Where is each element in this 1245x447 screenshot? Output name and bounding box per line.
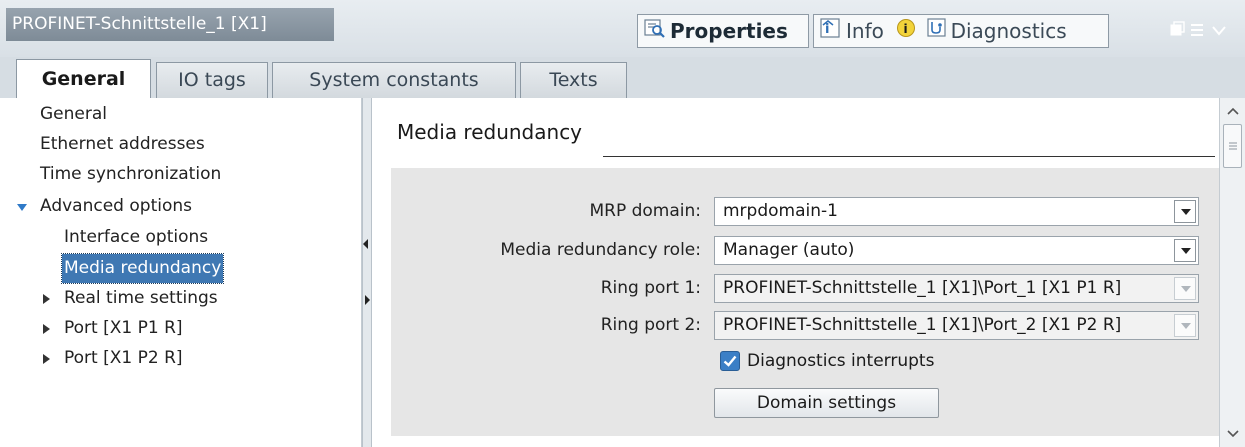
collapse-arrow-icon[interactable] xyxy=(43,324,50,334)
tab-general[interactable]: General xyxy=(16,59,151,99)
info-icon: i xyxy=(820,15,842,47)
vertical-scrollbar[interactable] xyxy=(1219,98,1245,447)
ring-port-1-label: Ring port 1: xyxy=(600,278,701,298)
property-tree: General Ethernet addresses Time synchron… xyxy=(8,98,362,447)
media-redundancy-role-select[interactable]: Manager (auto) xyxy=(714,236,1199,265)
tab-bar: General IO tags System constants Texts xyxy=(0,57,1245,99)
properties-icon xyxy=(644,15,666,47)
ring-port-1-value: PROFINET-Schnittstelle_1 [X1]\Port_1 [X1… xyxy=(723,278,1122,298)
nav-item-port-x1-p1-r[interactable]: Port [X1 P1 R] xyxy=(64,314,183,343)
chevron-down-icon[interactable] xyxy=(1212,26,1226,36)
nav-item-advanced-options[interactable]: Advanced options xyxy=(40,192,192,221)
nav-item-port-x1-p2-r[interactable]: Port [X1 P2 R] xyxy=(64,344,183,373)
mrp-domain-label: MRP domain: xyxy=(589,201,701,221)
svg-text:i: i xyxy=(904,22,908,36)
ring-port-2-select[interactable]: PROFINET-Schnittstelle_1 [X1]\Port_2 [X1… xyxy=(714,311,1199,340)
expand-right-icon[interactable] xyxy=(365,295,370,305)
diagnostics-icon xyxy=(926,15,947,47)
checkmark-icon xyxy=(723,355,737,367)
tab-properties-label: Properties xyxy=(670,19,788,43)
section-title: Media redundancy xyxy=(397,120,583,144)
ring-port-2-value: PROFINET-Schnittstelle_1 [X1]\Port_2 [X1… xyxy=(723,315,1122,335)
dropdown-arrow-icon[interactable] xyxy=(1174,314,1196,337)
ring-port-2-label: Ring port 2: xyxy=(600,315,701,335)
scroll-down-icon[interactable] xyxy=(1226,429,1240,439)
tab-diagnostics[interactable]: Diagnostics xyxy=(926,17,1067,43)
tab-io-tags[interactable]: IO tags xyxy=(156,62,268,98)
tab-info-diagnostics: i Info i Diagnostics xyxy=(813,14,1109,48)
media-redundancy-panel: MRP domain: mrpdomain-1 Media redundancy… xyxy=(391,168,1219,436)
svg-text:i: i xyxy=(825,22,829,37)
section-divider xyxy=(603,156,1215,157)
collapse-left-icon[interactable] xyxy=(363,239,368,249)
grip-icon xyxy=(1229,142,1237,150)
nav-item-ethernet-addresses[interactable]: Ethernet addresses xyxy=(40,130,205,159)
tab-diagnostics-label: Diagnostics xyxy=(950,19,1067,43)
info-badge-icon: i xyxy=(896,15,916,47)
mrp-domain-select[interactable]: mrpdomain-1 xyxy=(714,197,1199,226)
title-bar: PROFINET-Schnittstelle_1 [X1] Properties… xyxy=(0,0,1245,57)
ring-port-1-select[interactable]: PROFINET-Schnittstelle_1 [X1]\Port_1 [X1… xyxy=(714,274,1199,303)
diagnostics-interrupts-label[interactable]: Diagnostics interrupts xyxy=(747,347,934,376)
nav-item-media-redundancy[interactable]: Media redundancy xyxy=(60,253,225,284)
panel-splitter[interactable] xyxy=(362,98,372,447)
expand-arrow-icon[interactable] xyxy=(17,204,27,211)
tab-info-label: Info xyxy=(846,19,884,43)
tab-properties[interactable]: Properties xyxy=(637,14,809,48)
inspector-window: PROFINET-Schnittstelle_1 [X1] Properties… xyxy=(0,0,1245,447)
float-window-icon[interactable] xyxy=(1170,21,1185,36)
layout-menu-icon[interactable] xyxy=(1191,24,1203,36)
domain-settings-button[interactable]: Domain settings xyxy=(714,388,939,418)
tab-info[interactable]: i Info i xyxy=(814,17,927,43)
nav-item-real-time-settings[interactable]: Real time settings xyxy=(64,284,218,313)
nav-item-interface-options[interactable]: Interface options xyxy=(64,223,208,252)
properties-content: Media redundancy MRP domain: mrpdomain-1… xyxy=(373,98,1219,447)
mrp-domain-value: mrpdomain-1 xyxy=(723,201,838,221)
collapse-arrow-icon[interactable] xyxy=(43,294,50,304)
nav-item-time-synchronization[interactable]: Time synchronization xyxy=(40,160,221,189)
scroll-up-icon[interactable] xyxy=(1226,106,1240,116)
scrollbar-thumb[interactable] xyxy=(1223,124,1242,168)
dropdown-arrow-icon[interactable] xyxy=(1174,200,1196,223)
window-title: PROFINET-Schnittstelle_1 [X1] xyxy=(6,8,334,41)
window-controls xyxy=(1167,16,1235,44)
dropdown-arrow-icon[interactable] xyxy=(1174,239,1196,262)
tab-system-constants[interactable]: System constants xyxy=(272,62,516,98)
tab-texts[interactable]: Texts xyxy=(520,62,627,98)
diagnostics-interrupts-checkbox[interactable] xyxy=(720,351,740,371)
dropdown-arrow-icon[interactable] xyxy=(1174,277,1196,300)
collapse-arrow-icon[interactable] xyxy=(43,354,50,364)
nav-item-general[interactable]: General xyxy=(40,100,107,129)
media-redundancy-role-value: Manager (auto) xyxy=(723,240,855,260)
media-redundancy-role-label: Media redundancy role: xyxy=(500,240,701,260)
